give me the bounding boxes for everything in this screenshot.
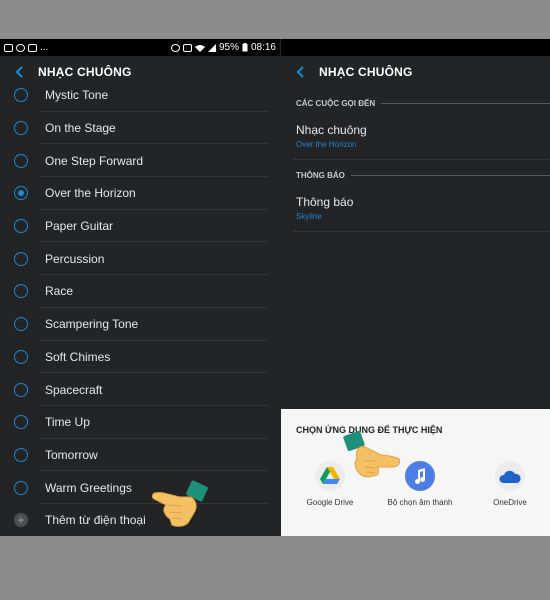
alarm-icon	[170, 43, 180, 52]
back-arrow-icon	[15, 66, 23, 78]
ringtone-item[interactable]: Paper Guitar	[0, 210, 280, 243]
ringtone-list: Mystic Tone On the Stage One Step Forwar…	[0, 79, 280, 536]
ringtone-item[interactable]: On the Stage	[0, 112, 280, 145]
setting-name: Thông báo	[296, 195, 354, 209]
ringtone-label: On the Stage	[45, 121, 116, 136]
radio-button[interactable]	[14, 251, 28, 266]
setting-value: Skyline	[296, 212, 322, 221]
page-title: NHẠC CHUÔNG	[38, 65, 132, 79]
section-header-notifications: THÔNG BÁO	[296, 171, 550, 180]
back-button[interactable]	[281, 66, 319, 78]
add-from-phone-label: Thêm từ điện thoại	[45, 513, 146, 528]
clock: 08:16	[250, 42, 276, 53]
ringtone-label: One Step Forward	[45, 153, 144, 168]
app-bar: NHẠC CHUÔNG	[281, 56, 550, 88]
onedrive-icon	[495, 461, 525, 491]
section-title: CÁC CUỘC GỌI ĐẾN	[296, 99, 376, 108]
radio-button[interactable]	[14, 88, 28, 103]
ringtone-item-selected[interactable]: Over the Horizon	[0, 177, 280, 210]
ringtone-label: Paper Guitar	[45, 219, 114, 234]
notification-sound-setting[interactable]: Thông báo Skyline	[296, 195, 353, 221]
mute-icon	[182, 43, 192, 52]
divider	[293, 159, 550, 160]
radio-button[interactable]	[14, 121, 28, 136]
ringtone-item[interactable]: Percussion	[0, 242, 280, 276]
more-notifications: ...	[40, 41, 49, 53]
app-name: OneDrive	[493, 498, 527, 507]
ringtone-label: Scampering Tone	[45, 317, 139, 332]
divider	[381, 103, 550, 104]
ringtone-label: Mystic Tone	[45, 88, 109, 103]
radio-button[interactable]	[14, 480, 28, 495]
setting-value: Over the Horizon	[296, 140, 357, 149]
ringtone-label: Spacecraft	[45, 382, 103, 397]
divider	[350, 175, 550, 176]
add-from-phone-button[interactable]: + Thêm từ điện thoại	[0, 504, 280, 536]
ringtone-item[interactable]: Scampering Tone	[0, 308, 280, 341]
ringtone-settings-screen: NHẠC CHUÔNG CÁC CUỘC GỌI ĐẾN Nhạc chuông…	[281, 39, 550, 536]
ringtone-item[interactable]: Mystic Tone	[0, 79, 280, 112]
radio-button[interactable]	[14, 447, 28, 462]
section-title: THÔNG BÁO	[296, 171, 345, 180]
status-bar: ... 95% 08:16	[0, 39, 280, 56]
section-header-calls: CÁC CUỘC GỌI ĐẾN	[296, 99, 550, 108]
app-name: Google Drive	[306, 498, 354, 507]
radio-button[interactable]	[14, 219, 28, 234]
status-bar-strip	[281, 39, 550, 56]
gallery-icon	[4, 43, 13, 52]
car-icon	[28, 43, 37, 52]
ringtone-item[interactable]: Time Up	[0, 406, 280, 439]
sync-icon	[16, 43, 25, 52]
radio-button[interactable]	[14, 415, 28, 430]
ringtone-label: Percussion	[45, 251, 105, 266]
app-name: Bộ chọn âm thanh	[387, 498, 453, 507]
signal-icon	[207, 43, 216, 52]
phone-screens: ... 95% 08:16 NHẠC CHUÔNG Mystic Tone On…	[0, 39, 550, 536]
back-button[interactable]	[0, 66, 38, 78]
setting-name: Nhạc chuông	[296, 123, 367, 137]
pointing-hand-icon	[343, 430, 401, 478]
ringtone-label: Warm Greetings	[45, 480, 132, 495]
ringtone-item[interactable]: Warm Greetings	[0, 471, 280, 504]
google-drive-icon	[315, 461, 345, 491]
plus-icon: +	[14, 513, 28, 528]
page-title: NHẠC CHUÔNG	[319, 65, 413, 79]
ringtone-label: Time Up	[45, 415, 90, 430]
ringtone-item[interactable]: Tomorrow	[0, 439, 280, 472]
ringtone-setting[interactable]: Nhạc chuông Over the Horizon	[296, 123, 367, 149]
ringtone-label: Tomorrow	[45, 447, 98, 462]
ringtone-item[interactable]: Soft Chimes	[0, 341, 280, 374]
ringtone-label: Race	[45, 284, 74, 299]
ringtone-list-screen: ... 95% 08:16 NHẠC CHUÔNG Mystic Tone On…	[0, 39, 280, 536]
back-arrow-icon	[296, 66, 304, 78]
music-note-icon	[405, 461, 435, 491]
ringtone-label: Over the Horizon	[45, 186, 136, 201]
radio-button[interactable]	[14, 382, 28, 397]
wifi-icon	[194, 44, 205, 52]
radio-button-selected[interactable]	[14, 186, 28, 201]
ringtone-label: Soft Chimes	[45, 349, 111, 364]
battery-percent: 95%	[218, 42, 239, 53]
app-option-onedrive[interactable]: OneDrive	[475, 461, 545, 507]
divider	[293, 231, 550, 232]
ringtone-item[interactable]: One Step Forward	[0, 144, 280, 178]
app-chooser-sheet: CHỌN ỨNG DỤNG ĐỂ THỰC HIỆN Google Drive …	[281, 409, 550, 536]
battery-icon	[242, 43, 248, 52]
radio-button[interactable]	[14, 349, 28, 364]
radio-button[interactable]	[14, 284, 28, 299]
radio-button[interactable]	[14, 153, 28, 168]
pointing-hand-icon	[152, 480, 208, 527]
radio-button[interactable]	[14, 317, 28, 332]
ringtone-item[interactable]: Spacecraft	[0, 373, 280, 406]
ringtone-item[interactable]: Race	[0, 275, 280, 308]
